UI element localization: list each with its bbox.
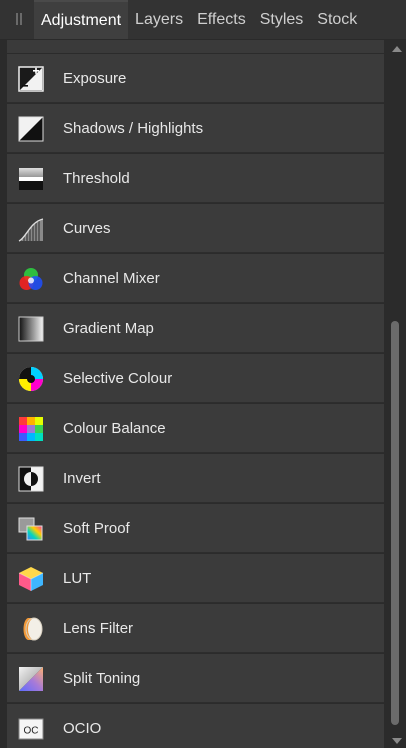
scrollbar-thumb[interactable]: [391, 321, 399, 725]
tab-effects[interactable]: Effects: [190, 0, 253, 39]
list-item-invert[interactable]: Invert: [7, 454, 384, 503]
lut-icon: [18, 566, 44, 592]
scroll-down-arrow-icon[interactable]: [392, 738, 402, 744]
curves-icon: [18, 216, 44, 242]
exposure-icon: [18, 65, 44, 92]
list-item-threshold[interactable]: Threshold: [7, 154, 384, 203]
list-item-label: Colour Balance: [63, 420, 166, 437]
list-item-selective-colour[interactable]: Selective Colour: [7, 354, 384, 403]
list-item-shadows-highlights[interactable]: Shadows / Highlights: [7, 104, 384, 153]
list-item-curves[interactable]: Curves: [7, 204, 384, 253]
selective-colour-icon: [18, 366, 44, 392]
list-item-label: Gradient Map: [63, 320, 154, 337]
invert-icon: [18, 466, 44, 492]
list-item-gradient-map[interactable]: Gradient Map: [7, 304, 384, 353]
panel-tab-bar: Adjustment Layers Effects Styles Stock: [0, 0, 406, 40]
tab-adjustment[interactable]: Adjustment: [34, 0, 129, 39]
ocio-icon-text: OC: [24, 725, 39, 736]
list-item-label: LUT: [63, 570, 92, 587]
list-item-exposure[interactable]: Exposure: [7, 54, 384, 103]
list-item-lens-filter[interactable]: Lens Filter: [7, 604, 384, 653]
list-item-colour-balance[interactable]: Colour Balance: [7, 404, 384, 453]
list-item-soft-proof[interactable]: Soft Proof: [7, 504, 384, 553]
gradient-map-icon: [18, 316, 44, 342]
soft-proof-icon: [18, 516, 44, 542]
threshold-icon: [18, 166, 44, 192]
list-item-label: Curves: [63, 220, 111, 237]
list-item-label: Shadows / Highlights: [63, 120, 204, 137]
list-item-lut[interactable]: LUT: [7, 554, 384, 603]
shadows-highlights-icon: [18, 116, 44, 142]
list-item-partial: [7, 40, 384, 53]
tab-layers[interactable]: Layers: [128, 0, 190, 39]
list-item-label: Channel Mixer: [63, 270, 160, 287]
tab-stock[interactable]: Stock: [310, 0, 364, 39]
list-item-label: Exposure: [63, 70, 127, 87]
vertical-scrollbar[interactable]: [388, 40, 404, 748]
list-item-ocio[interactable]: OC OCIO: [7, 704, 384, 748]
colour-balance-icon: [18, 416, 44, 442]
tab-styles[interactable]: Styles: [253, 0, 311, 39]
lens-filter-icon: [18, 616, 44, 642]
list-item-label: OCIO: [63, 720, 102, 737]
list-item-label: Invert: [63, 470, 101, 487]
channel-mixer-icon: [18, 266, 44, 292]
split-toning-icon: [18, 666, 44, 692]
list-item-label: Soft Proof: [63, 520, 130, 537]
list-item-channel-mixer[interactable]: Channel Mixer: [7, 254, 384, 303]
list-item-label: Split Toning: [63, 670, 141, 687]
adjustment-list: Exposure Shadows / Highlights Threshold: [0, 40, 388, 748]
list-item-split-toning[interactable]: Split Toning: [7, 654, 384, 703]
scroll-up-arrow-icon[interactable]: [392, 46, 402, 52]
list-item-label: Lens Filter: [63, 620, 134, 637]
list-item-label: Selective Colour: [63, 370, 173, 387]
panel-drag-handle[interactable]: [0, 0, 34, 39]
list-item-label: Threshold: [63, 170, 130, 187]
ocio-icon: OC: [18, 716, 44, 742]
